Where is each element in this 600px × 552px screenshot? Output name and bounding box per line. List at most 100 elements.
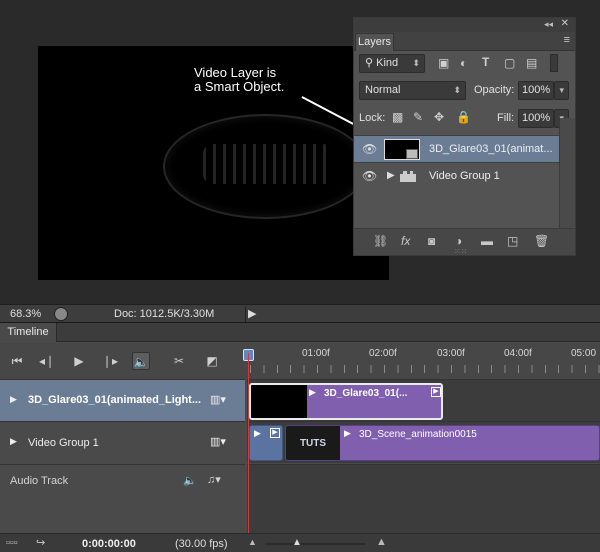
add-mask-icon[interactable]: ◙ (428, 234, 435, 248)
zoom-slider-thumb[interactable]: ▲ (292, 537, 302, 548)
visibility-eye-icon[interactable]: 👁 (362, 169, 377, 183)
filter-kind-dropdown[interactable]: ⚲ Kind ⬍ (359, 54, 425, 73)
go-to-first-frame-icon[interactable]: ⏮ (8, 352, 26, 370)
previous-frame-icon[interactable]: ◂❘ (38, 352, 56, 370)
timeline-footer: ▫▫▫ ↪ 0:00:00:00 (30.00 fps) ▲ ▲ ▲ (0, 533, 600, 552)
music-note-icon[interactable]: ♫▾ (207, 473, 221, 486)
layers-panel: ◂◂ ✕ Layers ≡ ⚲ Kind ⬍ ▣ ◐ T ▢ ▤ Normal … (353, 17, 576, 256)
frame-mode-icon[interactable]: ▫▫▫ (6, 537, 18, 549)
pixel-filter-icon[interactable]: ▣ (438, 56, 449, 70)
mute-audio-icon[interactable]: 🔈 (132, 352, 150, 370)
playhead-line (248, 353, 249, 533)
zoom-slider[interactable] (265, 543, 365, 545)
time-ruler[interactable]: 01:00f 02:00f 03:00f 04:00f 05:00 (243, 343, 600, 379)
film-strip-icon[interactable]: ▥▾ (210, 435, 226, 448)
split-scissors-icon[interactable]: ✂ (170, 352, 188, 370)
collapse-icon[interactable]: ◂◂ (544, 19, 553, 30)
timecode[interactable]: 0:00:00:00 (82, 538, 136, 550)
play-icon[interactable]: ▶ (70, 352, 88, 370)
clip-thumbnail: TUTS (286, 426, 340, 460)
expand-arrow-icon[interactable]: ▶ (10, 436, 17, 447)
opacity-input[interactable]: 100% (518, 81, 554, 100)
clip-label: 3D_Glare03_01(... (324, 388, 408, 399)
track-name: Audio Track (10, 475, 69, 487)
layer-row[interactable]: 👁 ▶ Video Group 1 (354, 162, 559, 189)
next-frame-icon[interactable]: ❘▸ (101, 352, 119, 370)
panel-title-bar[interactable]: ◂◂ ✕ (354, 18, 575, 32)
speaker-icon[interactable]: 🔈 (183, 474, 197, 487)
status-divider (245, 306, 246, 322)
expand-arrow-icon[interactable]: ▶ (10, 394, 17, 405)
transition-icon[interactable]: ◩ (203, 352, 221, 370)
search-icon: ⚲ (365, 57, 377, 69)
ruler-label: 03:00f (437, 348, 465, 359)
new-layer-icon[interactable]: ◳ (507, 234, 518, 248)
status-menu-arrow-icon[interactable]: ▶ (248, 307, 256, 320)
panel-menu-icon[interactable]: ≡ (564, 34, 570, 46)
callout-line-2: a Smart Object. (194, 79, 285, 94)
audio-track[interactable]: Audio Track 🔈 ♫▾ (0, 464, 245, 497)
clip-options-icon[interactable]: ▶ (431, 387, 441, 397)
filter-kind-label: Kind (376, 57, 399, 69)
film-strip-icon[interactable]: ▥▾ (210, 393, 226, 406)
ruler-ticks (250, 365, 600, 373)
opacity-label: Opacity: (474, 84, 515, 96)
playback-controls: ⏮ ◂❘ ▶ ❘▸ 🔈 ✂ ◩ (0, 343, 245, 379)
clip-expand-icon[interactable]: ▶ (309, 387, 316, 398)
doc-size: Doc: 1012.5K/3.30M (114, 308, 215, 320)
resize-grip-icon[interactable]: ⁙⁙ (454, 247, 467, 256)
tab-timeline[interactable]: Timeline (0, 323, 57, 342)
fill-input[interactable]: 100% (518, 109, 554, 128)
timeline-clip[interactable]: ▶ 3D_Glare03_01(... ▶ (249, 383, 443, 420)
zoom-in-icon[interactable]: ▲ (376, 536, 387, 548)
status-bar: 68.3% Doc: 1012.5K/3.30M ▶ (0, 304, 600, 322)
status-info-icon[interactable] (54, 307, 68, 321)
smart-object-filter-icon[interactable]: ▤ (526, 56, 537, 70)
track-name: Video Group 1 (28, 437, 99, 449)
layer-name: 3D_Glare03_01(animat... (429, 143, 553, 155)
group-clip-header[interactable]: ▶ ▶ (249, 425, 283, 461)
delete-layer-icon[interactable]: 🗑 (534, 234, 549, 248)
adjustment-layer-icon[interactable]: ◑ (455, 234, 462, 248)
zoom-out-icon[interactable]: ▲ (248, 537, 257, 547)
clip-expand-icon[interactable]: ▶ (254, 428, 261, 439)
callout-line-1: Video Layer is (194, 65, 277, 80)
clip-expand-icon[interactable]: ▶ (344, 428, 351, 439)
fill-label: Fill: (497, 112, 515, 124)
timeline-track[interactable]: ▶ 3D_Glare03_01(animated_Light... ▥▾ (0, 379, 245, 421)
clip-options-icon[interactable]: ▶ (270, 428, 280, 438)
tab-layers[interactable]: Layers (355, 33, 394, 51)
lock-label: Lock: (359, 112, 386, 124)
new-group-icon[interactable]: ▬ (481, 234, 493, 248)
lock-all-icon[interactable]: 🔒 (456, 110, 471, 124)
lock-position-icon[interactable]: ✥ (434, 110, 444, 124)
frame-rate: (30.00 fps) (175, 538, 228, 550)
track-area: ▶ 3D_Glare03_01(... ▶ (247, 379, 600, 421)
timeline-empty-area (247, 497, 600, 533)
clip-thumbnail (251, 385, 307, 418)
layer-style-fx-icon[interactable]: fx (401, 234, 410, 248)
adjustment-filter-icon[interactable]: ◐ (460, 56, 467, 70)
close-icon[interactable]: ✕ (561, 18, 569, 29)
visibility-eye-icon[interactable]: 👁 (362, 142, 377, 156)
render-video-icon[interactable]: ↪ (36, 536, 45, 549)
layer-row[interactable]: 👁 3D_Glare03_01(animat... (354, 135, 559, 162)
shape-filter-icon[interactable]: ▢ (504, 56, 515, 70)
filter-toggle[interactable] (550, 54, 558, 72)
blend-mode-dropdown[interactable]: Normal ⬍ (359, 81, 466, 100)
timeline-track[interactable]: ▶ Video Group 1 ▥▾ (0, 421, 245, 463)
timeline-panel: Timeline ⏮ ◂❘ ▶ ❘▸ 🔈 ✂ ◩ 01:00f 02:00f 0… (0, 322, 600, 552)
type-filter-icon[interactable]: T (482, 55, 489, 69)
lock-image-pixels-icon[interactable]: ✎ (413, 110, 423, 124)
layers-panel-footer: ⛓ fx ◙ ◑ ▬ ◳ 🗑 ⁙⁙ (354, 228, 575, 256)
clip-label: 3D_Scene_animation0015 (359, 429, 477, 440)
expand-arrow-icon[interactable]: ▶ (387, 170, 395, 181)
layers-scrollbar[interactable] (559, 118, 575, 228)
lock-transparent-pixels-icon[interactable]: ▩ (392, 110, 403, 124)
chevron-down-icon: ▾ (559, 85, 564, 95)
ruler-label: 02:00f (369, 348, 397, 359)
timeline-clip[interactable]: TUTS ▶ 3D_Scene_animation0015 (285, 425, 600, 461)
link-layers-icon[interactable]: ⛓ (373, 234, 388, 248)
zoom-level[interactable]: 68.3% (10, 308, 41, 320)
opacity-dropdown-button[interactable]: ▾ (554, 81, 569, 100)
